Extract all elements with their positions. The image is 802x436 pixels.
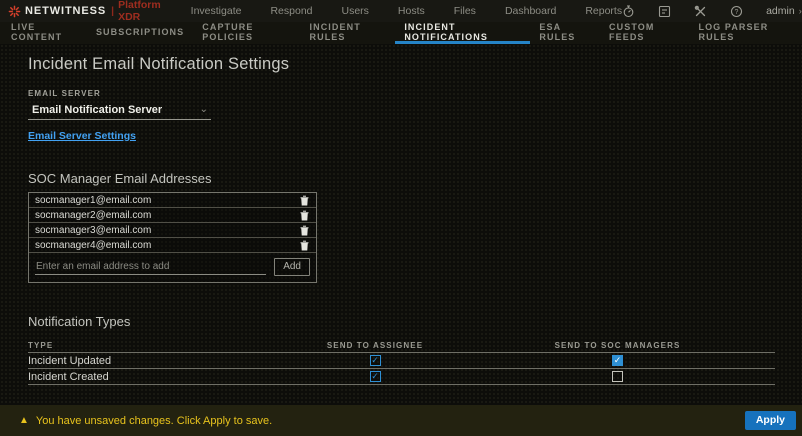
tab-incident-rules[interactable]: INCIDENT RULES <box>301 22 396 44</box>
column-type: TYPE <box>28 341 290 350</box>
notification-types-heading: Notification Types <box>28 314 774 329</box>
email-address: socmanager1@email.com <box>35 195 151 206</box>
email-server-settings-link[interactable]: Email Server Settings <box>28 130 136 142</box>
notification-type-row: Incident Created ✓ <box>28 369 775 385</box>
svg-text:?: ? <box>735 9 739 16</box>
email-address: socmanager3@email.com <box>35 225 151 236</box>
send-to-assignee-checkbox-checked[interactable]: ✓ <box>370 355 381 366</box>
unsaved-changes-bar: ▲ You have unsaved changes. Click Apply … <box>0 405 802 436</box>
send-to-soc-managers-checkbox-checked[interactable]: ✓ <box>612 355 623 366</box>
tools-icon[interactable] <box>694 5 707 18</box>
email-list-item: socmanager4@email.com <box>29 238 316 253</box>
email-input[interactable] <box>35 259 266 275</box>
top-nav-users[interactable]: Users <box>342 5 369 17</box>
email-server-select[interactable]: Email Notification Server ⌄ <box>28 102 211 120</box>
top-nav-investigate[interactable]: Investigate <box>191 5 242 17</box>
tab-esa-rules[interactable]: ESA RULES <box>530 22 600 44</box>
chevron-down-icon: ⌄ <box>200 107 208 113</box>
trash-icon[interactable] <box>299 210 310 221</box>
tab-incident-notifications[interactable]: INCIDENT NOTIFICATIONS <box>395 22 530 44</box>
trash-icon[interactable] <box>299 225 310 236</box>
admin-tabs: LIVE CONTENTSUBSCRIPTIONSCAPTURE POLICIE… <box>0 22 802 44</box>
email-list-item: socmanager2@email.com <box>29 208 316 223</box>
send-to-soc-managers-checkbox-unchecked[interactable] <box>612 371 623 382</box>
warning-message: You have unsaved changes. Click Apply to… <box>36 415 272 427</box>
content: Incident Email Notification Settings EMA… <box>0 44 802 385</box>
notification-type-name: Incident Created <box>28 371 290 383</box>
notification-type-row: Incident Updated ✓ ✓ <box>28 353 775 369</box>
email-address: socmanager4@email.com <box>35 240 151 251</box>
help-icon[interactable]: ? <box>730 5 743 18</box>
tab-live-content[interactable]: LIVE CONTENT <box>2 22 87 44</box>
user-name: admin <box>766 5 795 17</box>
top-bar-actions: ? admin › <box>622 5 802 18</box>
tab-subscriptions[interactable]: SUBSCRIPTIONS <box>87 22 193 44</box>
trash-icon[interactable] <box>299 195 310 206</box>
send-to-assignee-checkbox-checked[interactable]: ✓ <box>370 371 381 382</box>
netwitness-spark-icon <box>8 5 21 18</box>
top-nav-respond[interactable]: Respond <box>270 5 312 17</box>
tab-capture-policies[interactable]: CAPTURE POLICIES <box>193 22 300 44</box>
chevron-right-icon: › <box>799 6 802 16</box>
email-list-item: socmanager3@email.com <box>29 223 316 238</box>
notification-types-table: TYPE SEND TO ASSIGNEE SEND TO SOC MANAGE… <box>28 338 775 385</box>
soc-manager-email-list: socmanager1@email.com socmanager2@email.c… <box>28 192 317 283</box>
apply-button[interactable]: Apply <box>745 411 796 430</box>
user-menu[interactable]: admin › <box>766 5 802 17</box>
top-nav-files[interactable]: Files <box>454 5 476 17</box>
soc-managers-heading: SOC Manager Email Addresses <box>28 171 774 186</box>
brand-separator: | <box>111 5 114 17</box>
top-bar: NETWITNESS | Platform XDR Investigate Res… <box>0 0 802 22</box>
primary-nav: Investigate Respond Users Hosts Files Dashboa… <box>191 5 622 17</box>
notification-types-header: TYPE SEND TO ASSIGNEE SEND TO SOC MANAGE… <box>28 338 775 353</box>
add-email-button[interactable]: Add <box>274 258 310 276</box>
email-address: socmanager2@email.com <box>35 210 151 221</box>
email-server-selected-value: Email Notification Server <box>32 104 162 116</box>
column-send-to-assignee: SEND TO ASSIGNEE <box>290 341 460 350</box>
top-nav-dashboard[interactable]: Dashboard <box>505 5 556 17</box>
notification-type-name: Incident Updated <box>28 355 290 367</box>
column-send-to-soc-managers: SEND TO SOC MANAGERS <box>460 341 775 350</box>
timer-icon[interactable] <box>622 5 635 18</box>
trash-icon[interactable] <box>299 240 310 251</box>
email-list-item: socmanager1@email.com <box>29 193 316 208</box>
tab-log-parser-rules[interactable]: LOG PARSER RULES <box>689 22 800 44</box>
email-add-row: Add <box>29 253 316 282</box>
top-nav-reports[interactable]: Reports <box>585 5 622 17</box>
email-server-label: EMAIL SERVER <box>28 89 774 98</box>
brand-product: Platform XDR <box>118 0 161 23</box>
warning-icon: ▲ <box>19 416 29 426</box>
tab-custom-feeds[interactable]: CUSTOM FEEDS <box>600 22 689 44</box>
top-nav-hosts[interactable]: Hosts <box>398 5 425 17</box>
brand-name: NETWITNESS <box>25 5 106 17</box>
report-icon[interactable] <box>658 5 671 18</box>
brand-logo: NETWITNESS | Platform XDR <box>8 0 161 23</box>
page-title: Incident Email Notification Settings <box>28 55 774 74</box>
